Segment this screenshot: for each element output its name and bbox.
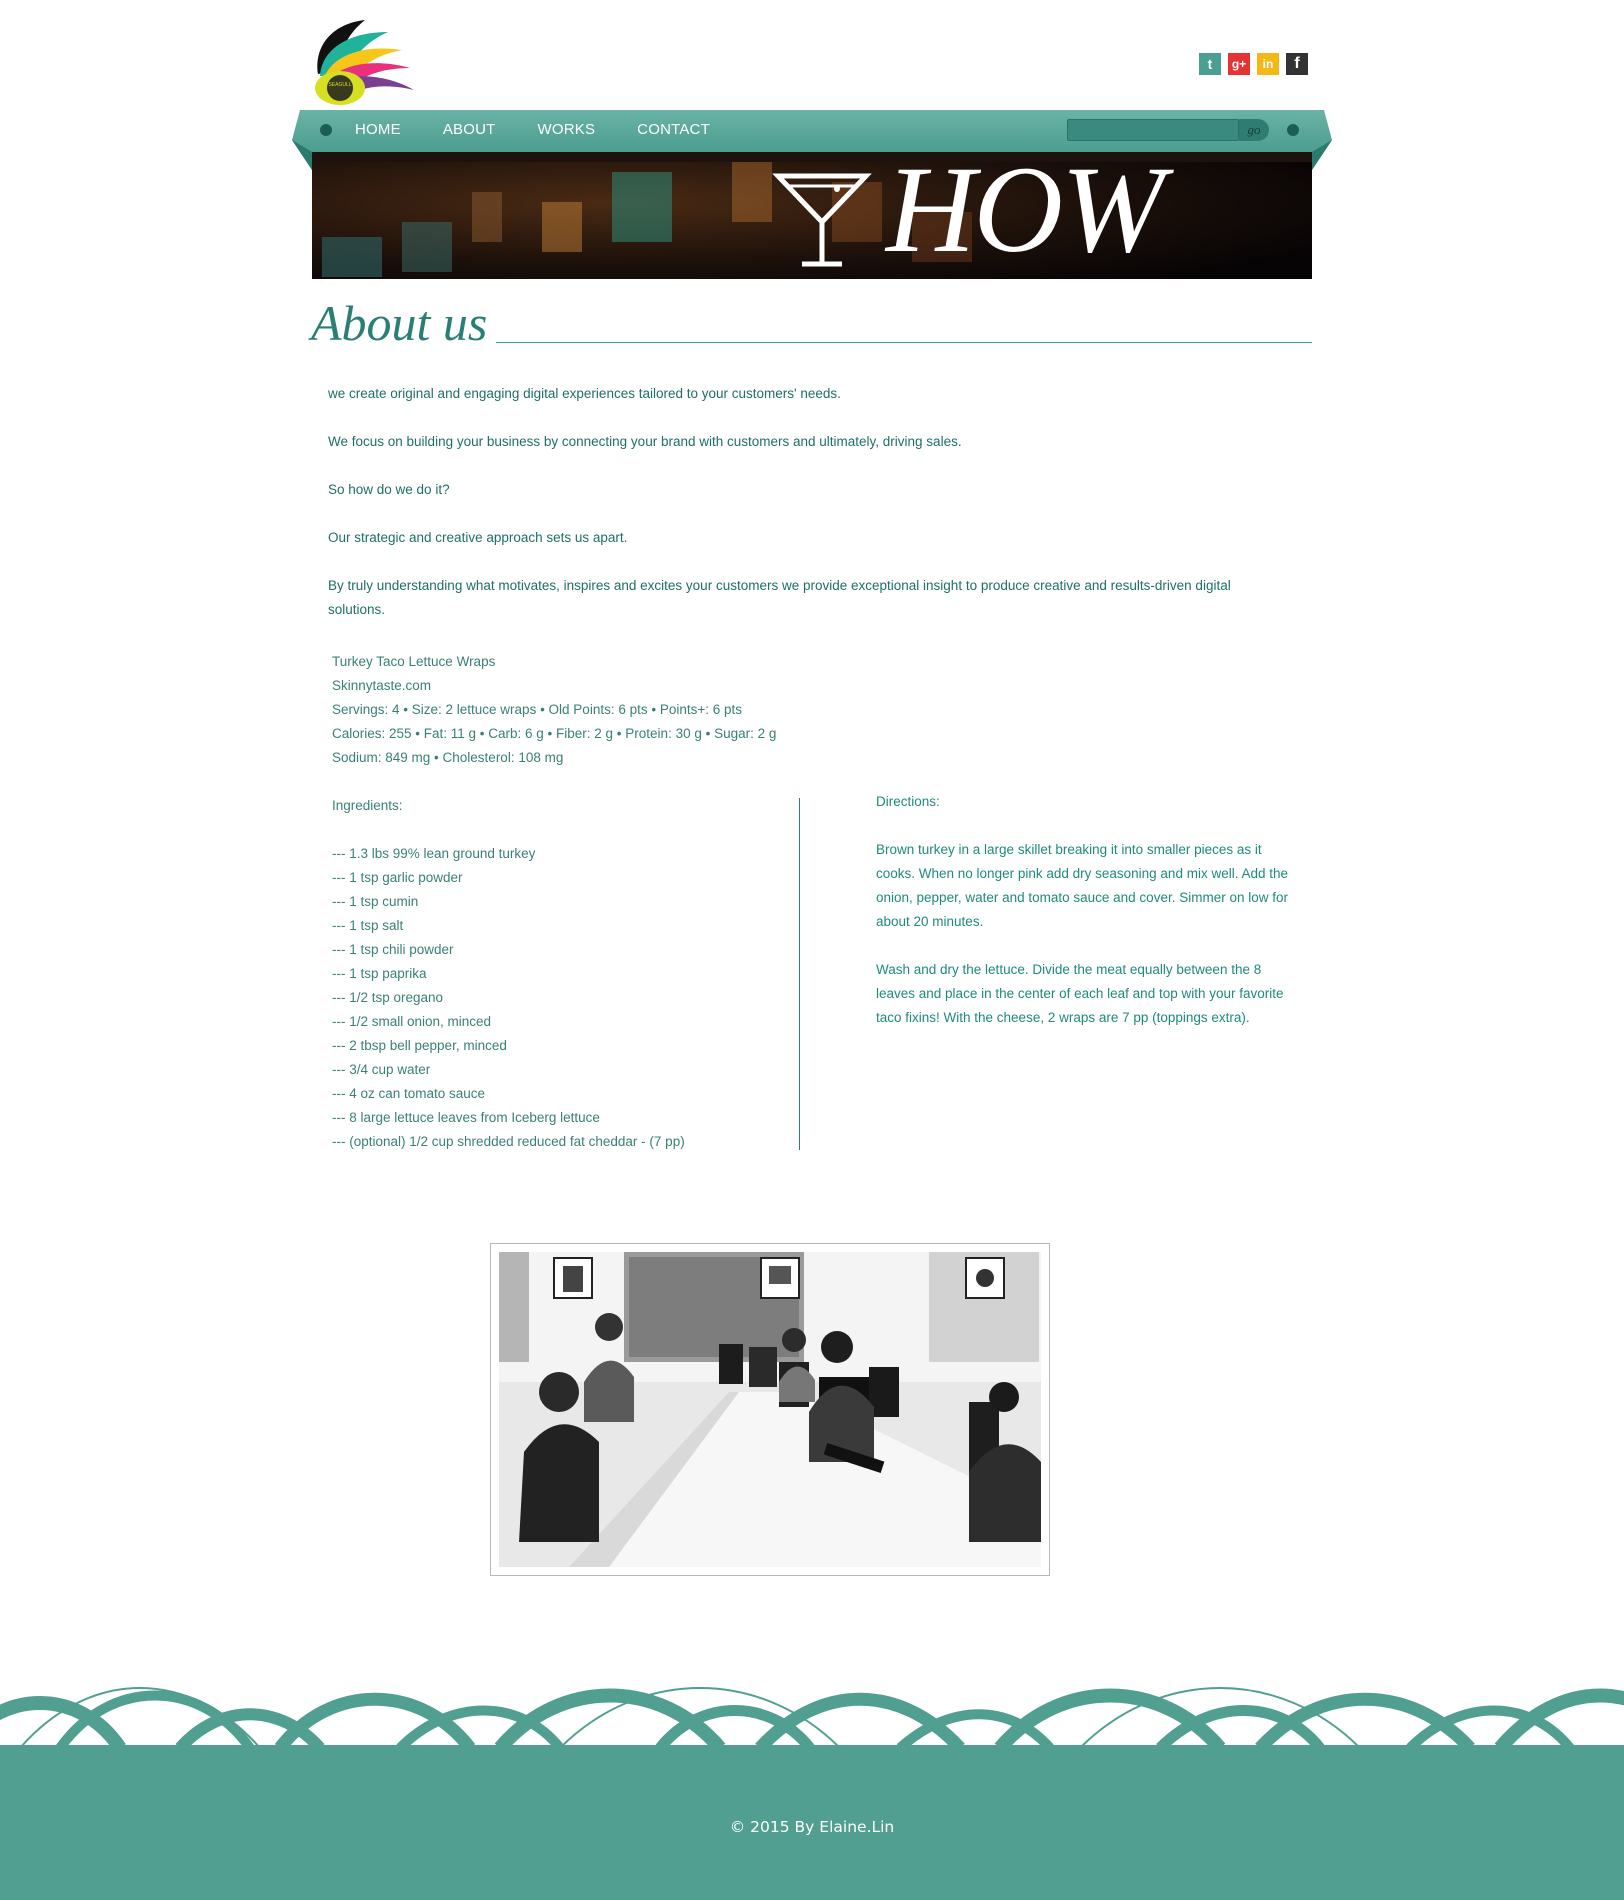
ingredient-item: --- 4 oz can tomato sauce [332, 1086, 486, 1101]
page: SEAGULL t g+ in f HOME ABOUT WORKS CONTA… [0, 0, 1624, 1900]
ingredient-item: --- 1 tsp salt [332, 918, 404, 933]
nav-about[interactable]: ABOUT [443, 121, 496, 138]
main-menu: HOME ABOUT WORKS CONTACT [355, 121, 710, 138]
copyright-text: © 2015 By Elaine.Lin [729, 1818, 895, 1836]
about-heading: About us [311, 295, 488, 351]
heading-rule [496, 342, 1312, 343]
ingredient-item: --- (optional) 1/2 cup shredded reduced … [332, 1134, 685, 1149]
recipe-info: Turkey Taco Lettuce Wraps Skinnytaste.co… [332, 650, 776, 770]
recipe-sodium: Sodium: 849 mg • Cholesterol: 108 mg [332, 750, 564, 765]
about-paragraph-5: By truly understanding what motivates, i… [328, 578, 1231, 617]
social-icons: t g+ in f [1199, 53, 1308, 75]
recipe-servings: Servings: 4 • Size: 2 lettuce wraps • Ol… [332, 702, 742, 717]
facebook-icon[interactable]: f [1286, 53, 1308, 75]
nav-dot-left [320, 124, 332, 136]
go-button[interactable]: go [1239, 119, 1269, 141]
nav-works[interactable]: WORKS [538, 121, 596, 138]
about-paragraph-3: So how do we do it? [328, 482, 450, 497]
google-plus-icon[interactable]: g+ [1228, 53, 1250, 75]
nav-home[interactable]: HOME [355, 121, 401, 138]
ingredient-item: --- 1 tsp chili powder [332, 942, 454, 957]
recipe-source: Skinnytaste.com [332, 678, 432, 693]
nav-dot-right [1287, 124, 1299, 136]
recipe-title: Turkey Taco Lettuce Wraps [332, 654, 496, 669]
recipe-nutrition: Calories: 255 • Fat: 11 g • Carb: 6 g • … [332, 726, 777, 741]
ingredient-item: --- 2 tbsp bell pepper, minced [332, 1038, 507, 1053]
about-paragraph-4: Our strategic and creative approach sets… [328, 530, 628, 545]
banner-title: HOW [886, 141, 1164, 278]
ingredient-item: --- 8 large lettuce leaves from Iceberg … [332, 1110, 600, 1125]
nav-contact[interactable]: CONTACT [637, 121, 710, 138]
ingredient-item: --- 1 tsp paprika [332, 966, 427, 981]
directions-title: Directions: [876, 794, 940, 809]
search-box [1067, 119, 1239, 141]
twitter-icon[interactable]: t [1199, 53, 1221, 75]
about-paragraph-1: we create original and engaging digital … [328, 386, 841, 401]
svg-text:SEAGULL: SEAGULL [328, 82, 351, 88]
ingredient-item: --- 1.3 lbs 99% lean ground turkey [332, 846, 536, 861]
column-divider [799, 798, 800, 1150]
ingredient-item: --- 3/4 cup water [332, 1062, 431, 1077]
directions: Directions: Brown turkey in a large skil… [876, 790, 1296, 1030]
ingredient-item: --- 1 tsp cumin [332, 894, 419, 909]
logo[interactable]: SEAGULL [310, 18, 422, 106]
office-photo [490, 1243, 1050, 1576]
search-input[interactable] [1068, 120, 1238, 140]
ingredient-item: --- 1 tsp garlic powder [332, 870, 463, 885]
directions-step-1: Brown turkey in a large skillet breaking… [876, 842, 1288, 929]
ingredient-item: --- 1/2 tsp oregano [332, 990, 444, 1005]
ingredient-item: --- 1/2 small onion, minced [332, 1014, 492, 1029]
ingredients-title: Ingredients: [332, 798, 403, 813]
ingredients-list: Ingredients: --- 1.3 lbs 99% lean ground… [332, 794, 685, 1154]
directions-step-2: Wash and dry the lettuce. Divide the mea… [876, 962, 1284, 1025]
linkedin-icon[interactable]: in [1257, 53, 1279, 75]
about-paragraph-2: We focus on building your business by co… [328, 434, 962, 449]
